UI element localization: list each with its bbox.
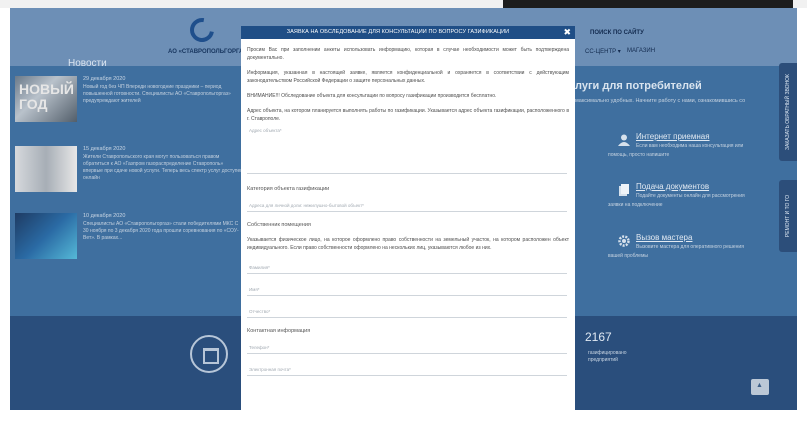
- logo-text: АО «СТАВРОПОЛЬГОРГАЗ»: [168, 49, 251, 55]
- modal-header: ЗАЯВКА НА ОБСЛЕДОВАНИЕ ДЛЯ КОНСУЛЬТАЦИИ …: [241, 26, 575, 39]
- repair-side-tab[interactable]: РЕМОНТ И ТО ГО: [779, 180, 797, 252]
- email-field[interactable]: [247, 364, 567, 376]
- object-address-field[interactable]: [247, 128, 567, 174]
- stat-number: 2167: [585, 330, 612, 344]
- news-thumbnail[interactable]: [15, 76, 77, 122]
- service-description: Если вам необходима наша консультация ил…: [636, 143, 744, 149]
- nav-press-center[interactable]: СС-ЦЕНТР ▾: [585, 48, 621, 55]
- object-category-select[interactable]: [247, 200, 567, 212]
- first-name-field[interactable]: [247, 284, 567, 296]
- close-icon[interactable]: ✖: [563, 27, 571, 37]
- contact-section-label: Контактная информация: [247, 328, 311, 334]
- news-date: 15 декабря 2020: [83, 146, 126, 152]
- user-icon: [618, 134, 630, 146]
- service-description-line2: вашей проблемы: [608, 253, 648, 259]
- consumer-services-subtitle: максимально удобных. Начните работу с на…: [575, 98, 746, 104]
- gasification-request-modal: ЗАЯВКА НА ОБСЛЕДОВАНИЕ ДЛЯ КОНСУЛЬТАЦИИ …: [241, 26, 575, 425]
- home-icon: [190, 335, 228, 373]
- news-snippet[interactable]: Специалисты АО «Ставропольгоргаз» стали …: [83, 221, 243, 257]
- news-item[interactable]: 29 декабря 2020 Новый год без ЧП Впереди…: [15, 76, 243, 124]
- news-date: 29 декабря 2020: [83, 76, 126, 82]
- browser-top-strip: [0, 0, 807, 8]
- news-item[interactable]: 15 декабря 2020 Жители Ставропольского к…: [15, 146, 243, 194]
- service-title[interactable]: Подача документов: [636, 182, 709, 191]
- news-date: 10 декабря 2020: [83, 213, 126, 219]
- owner-instructions: Указывается физическое лицо, на которое …: [247, 237, 569, 251]
- phone-field[interactable]: [247, 342, 567, 354]
- service-title[interactable]: Вызов мастера: [636, 233, 692, 242]
- gear-icon: [618, 235, 630, 247]
- owner-section-label: Собственник помещения: [247, 222, 311, 228]
- category-section-label: Категория объекта газификации: [247, 186, 330, 192]
- repair-side-tab-label: РЕМОНТ И ТО ГО: [785, 194, 791, 238]
- stat-label: газифицировано предприятий: [588, 350, 627, 363]
- company-logo-icon[interactable]: [185, 13, 219, 47]
- top-dark-banner: [503, 0, 793, 8]
- service-description: Подайте документы онлайн для рассмотрени…: [636, 193, 745, 199]
- nav-shop[interactable]: МАГАЗИН: [627, 48, 655, 54]
- surname-field[interactable]: [247, 262, 567, 274]
- callback-side-tab[interactable]: ЗАКАЗАТЬ ОБРАТНЫЙ ЗВОНОК: [779, 63, 797, 161]
- site-search-link[interactable]: ПОИСК ПО САЙТУ: [590, 30, 644, 36]
- news-thumbnail[interactable]: [15, 146, 77, 192]
- documents-icon: [619, 184, 629, 196]
- callback-side-tab-label: ЗАКАЗАТЬ ОБРАТНЫЙ ЗВОНОК: [785, 74, 791, 150]
- modal-body: Просим Вас при заполнении анкеты использ…: [247, 46, 569, 386]
- news-snippet[interactable]: Жители Ставропольского края могут пользо…: [83, 154, 243, 190]
- free-inspection-notice: ВНИМАНИЕ!!! Обследование объекта для кон…: [247, 93, 497, 99]
- news-heading: Новости: [68, 58, 107, 69]
- service-description-line2: помощь, просто напишите: [608, 152, 670, 158]
- consumer-services-heading: луги для потребителей: [575, 80, 702, 92]
- service-title[interactable]: Интернет приемная: [636, 132, 710, 141]
- scroll-to-top-button[interactable]: [751, 379, 769, 395]
- news-snippet[interactable]: Новый год без ЧП Впереди новогодние праз…: [83, 84, 243, 120]
- modal-title: ЗАЯВКА НА ОБСЛЕДОВАНИЕ ДЛЯ КОНСУЛЬТАЦИИ …: [286, 29, 510, 35]
- confidentiality-paragraph: Информация, указанная в настоящей заявке…: [247, 70, 569, 84]
- patronymic-field[interactable]: [247, 306, 567, 318]
- news-item[interactable]: 10 декабря 2020 Специалисты АО «Ставропо…: [15, 213, 243, 261]
- intro-paragraph: Просим Вас при заполнении анкеты использ…: [247, 47, 569, 61]
- address-instructions: Адрес объекта, на котором планируется вы…: [247, 108, 569, 122]
- service-description: Вызовите мастера для оперативного решени…: [636, 244, 744, 250]
- service-description-line2: заявки на подключение: [608, 202, 663, 208]
- news-thumbnail[interactable]: [15, 213, 77, 259]
